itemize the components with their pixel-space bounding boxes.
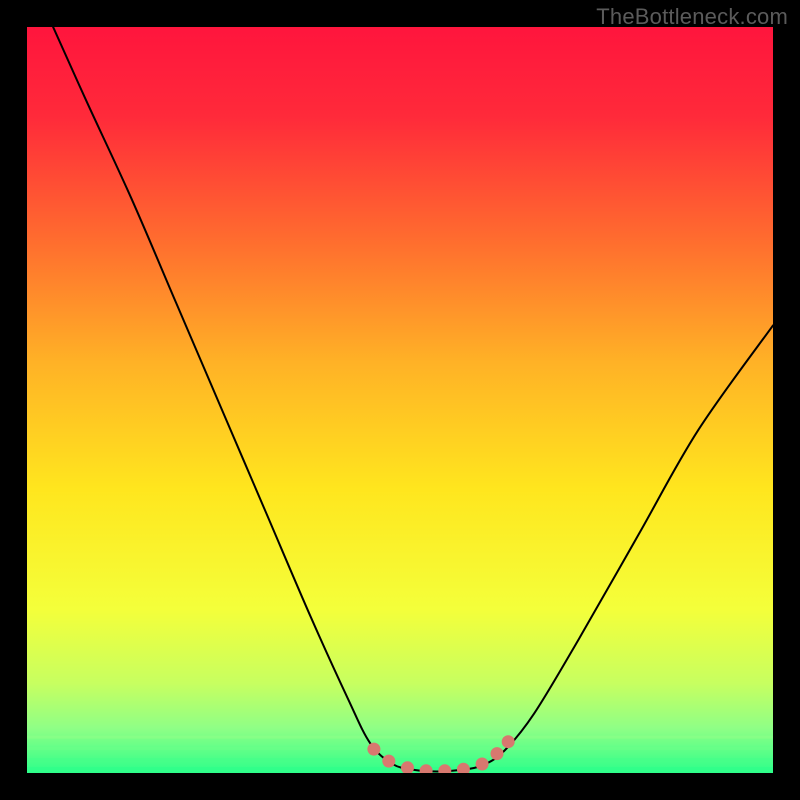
plot-area: [27, 27, 773, 773]
bottleneck-curve: [53, 27, 773, 772]
curve-overlay: [27, 27, 773, 773]
optimal-range-markers: [367, 735, 514, 773]
chart-frame: TheBottleneck.com: [0, 0, 800, 800]
